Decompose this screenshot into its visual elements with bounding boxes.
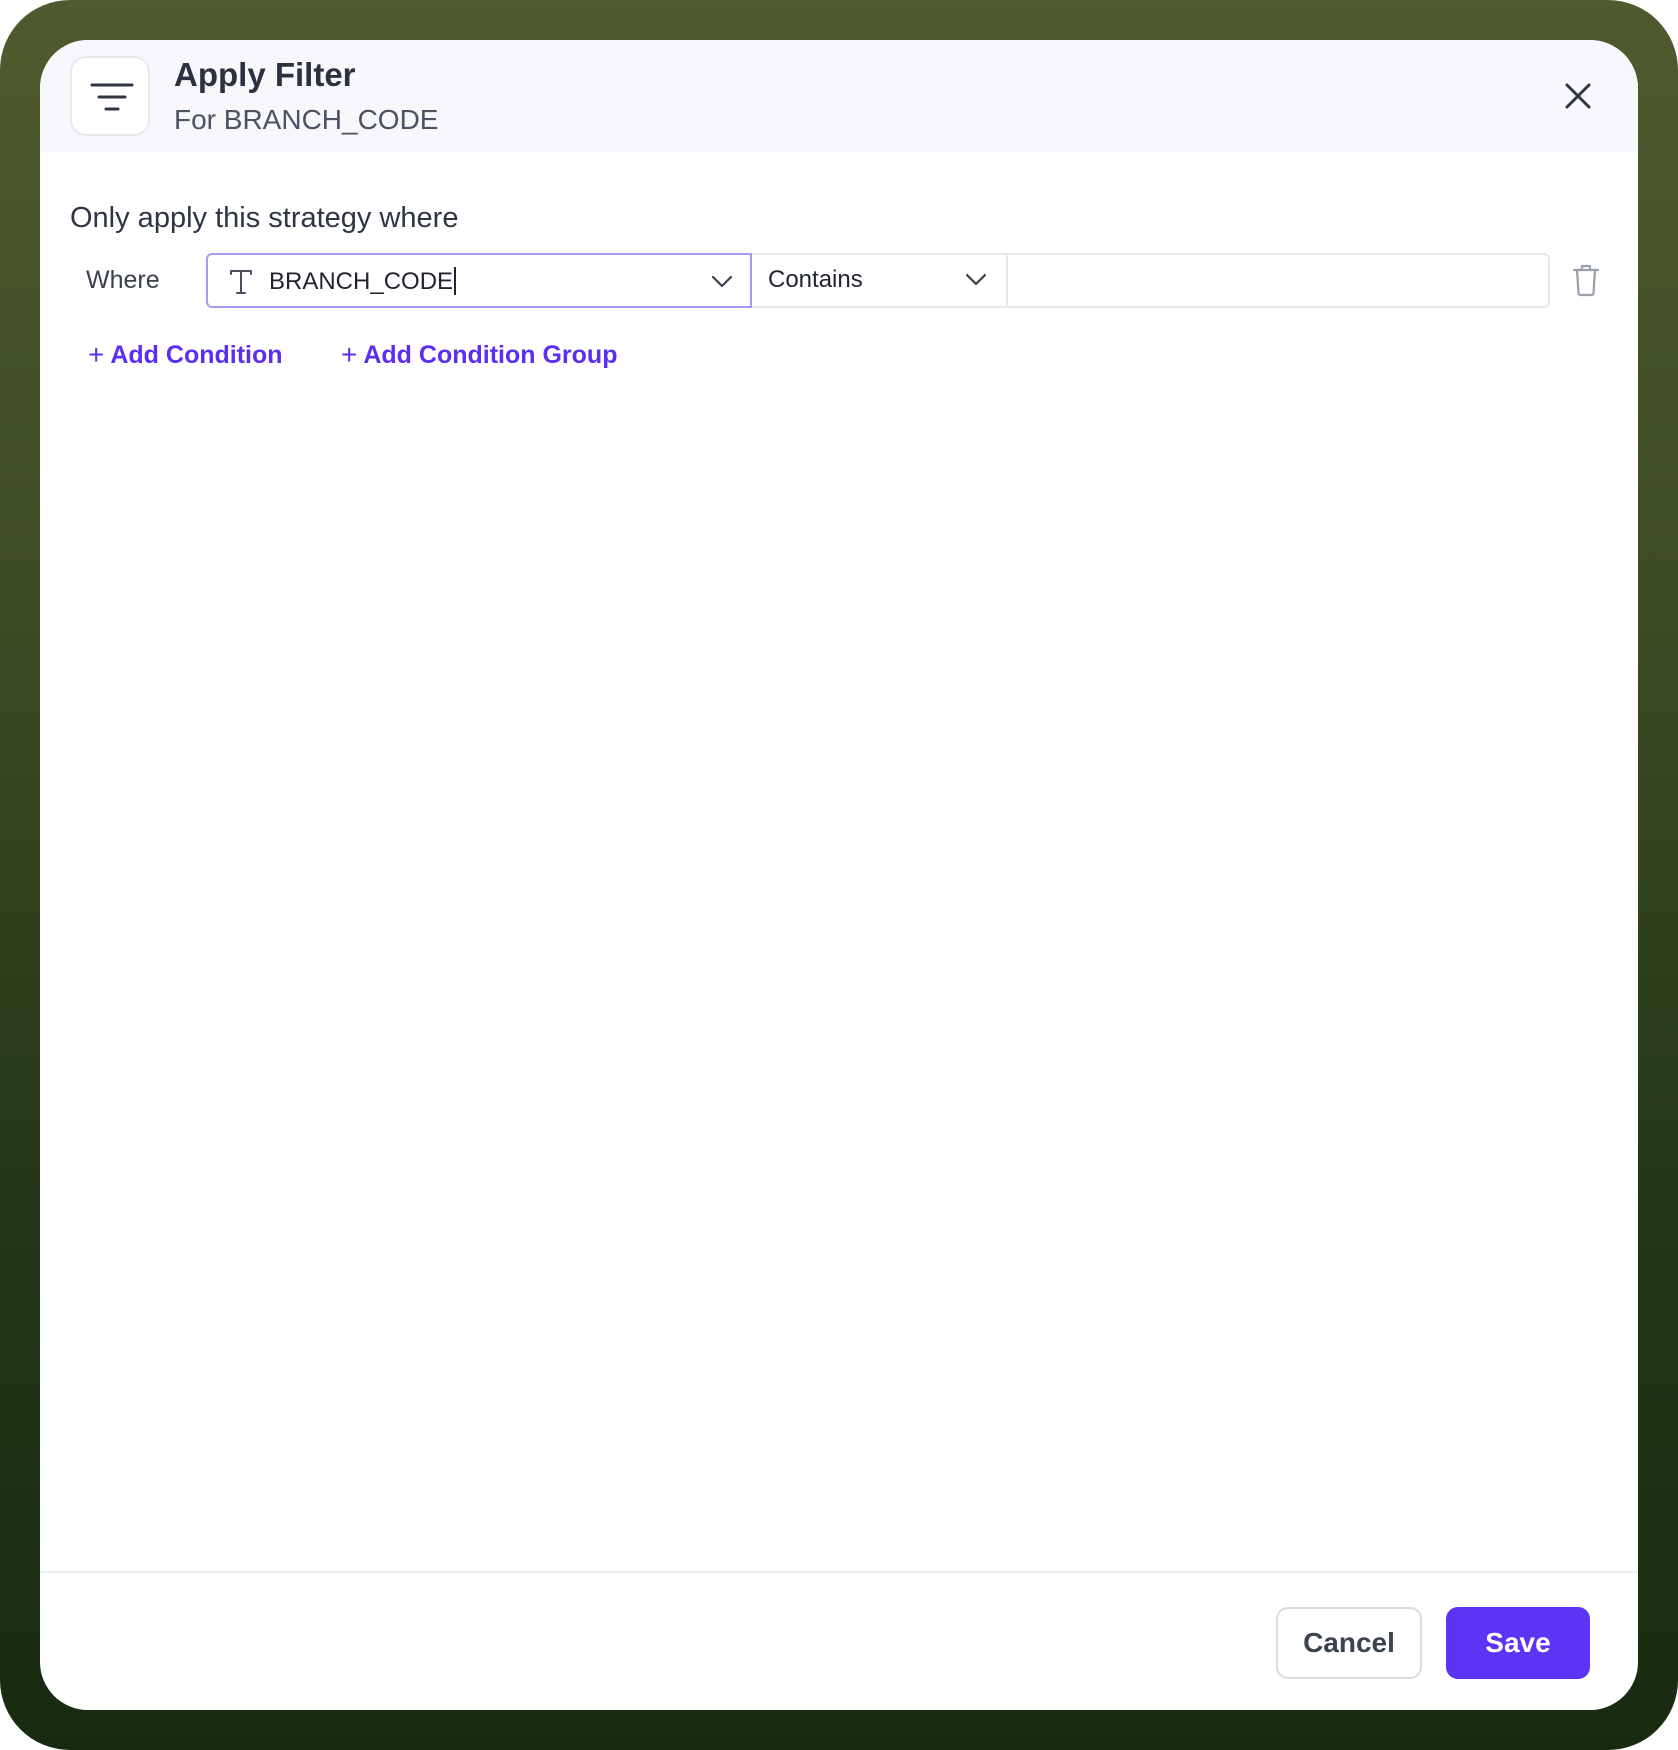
plus-icon: + bbox=[88, 339, 105, 370]
delete-condition-button[interactable] bbox=[1570, 262, 1602, 298]
dialog-title: Apply Filter bbox=[174, 56, 356, 93]
add-condition-button[interactable]: + Add Condition bbox=[88, 339, 283, 371]
close-button[interactable] bbox=[1558, 76, 1598, 116]
filter-icon bbox=[70, 56, 150, 136]
apply-filter-dialog: Apply Filter For BRANCH_CODE Only apply … bbox=[40, 40, 1638, 1710]
dialog-subtitle: For BRANCH_CODE bbox=[174, 104, 439, 135]
plus-icon: + bbox=[341, 339, 358, 370]
add-condition-group-label: Add Condition Group bbox=[363, 341, 618, 369]
section-label: Only apply this strategy where bbox=[70, 202, 459, 234]
chevron-down-icon bbox=[711, 275, 733, 288]
trash-icon bbox=[1572, 264, 1600, 297]
add-condition-label: Add Condition bbox=[110, 341, 283, 369]
close-icon bbox=[1565, 83, 1591, 109]
dialog-header: Apply Filter For BRANCH_CODE bbox=[40, 40, 1638, 152]
condition-value-input[interactable] bbox=[1006, 253, 1550, 308]
cancel-button[interactable]: Cancel bbox=[1276, 1607, 1422, 1679]
add-condition-group-button[interactable]: + Add Condition Group bbox=[341, 339, 617, 371]
where-label: Where bbox=[86, 266, 160, 294]
save-button[interactable]: Save bbox=[1446, 1607, 1590, 1679]
text-type-icon bbox=[230, 270, 252, 294]
operator-select[interactable]: Contains bbox=[752, 253, 1006, 308]
text-cursor bbox=[454, 267, 457, 295]
field-select-value: BRANCH_CODE bbox=[269, 267, 457, 296]
field-select[interactable]: BRANCH_CODE bbox=[206, 253, 752, 308]
chevron-down-icon bbox=[965, 273, 987, 286]
footer-divider bbox=[40, 1571, 1638, 1573]
operator-select-value: Contains bbox=[768, 266, 863, 293]
